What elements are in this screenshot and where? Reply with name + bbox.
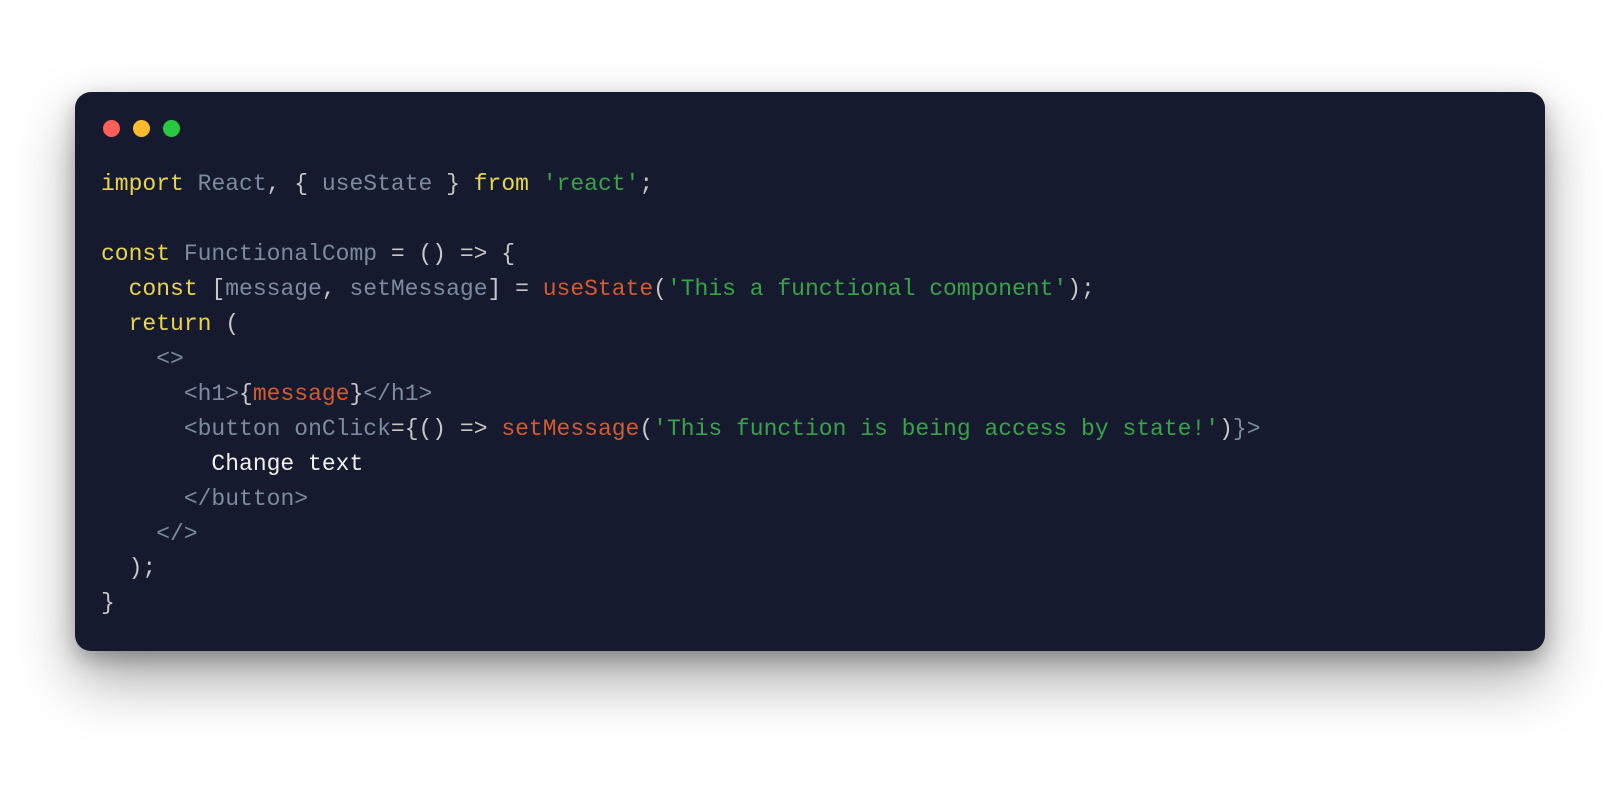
code-line: <> (101, 346, 184, 372)
code-line: <h1>{message}</h1> (101, 381, 432, 407)
call-usestate: useState (543, 276, 653, 302)
close-icon[interactable] (103, 120, 120, 137)
jsx-button-open: <button (184, 416, 281, 442)
canvas: import React, { useState } from 'react';… (0, 0, 1620, 810)
minimize-icon[interactable] (133, 120, 150, 137)
jsx-button-close: </button> (184, 486, 308, 512)
code-line: <button onClick={() => setMessage('This … (101, 416, 1261, 442)
code-line: </> (101, 521, 198, 547)
window-titlebar (101, 116, 1519, 155)
string-new-message: 'This function is being access by state!… (653, 416, 1219, 442)
keyword-from: from (460, 171, 543, 197)
keyword-return: return (129, 311, 212, 337)
code-line: ); (101, 555, 156, 581)
jsx-text-button-label: Change text (211, 451, 363, 477)
jsx-h1-close: </h1> (363, 381, 432, 407)
identifier-usestate: useState (322, 171, 432, 197)
keyword-const: const (101, 241, 170, 267)
identifier-setmessage: setMessage (349, 276, 487, 302)
call-setmessage: setMessage (501, 416, 639, 442)
keyword-const: const (129, 276, 198, 302)
jsx-h1-open: <h1> (184, 381, 239, 407)
code-line: import React, { useState } from 'react'; (101, 171, 653, 197)
code-block: import React, { useState } from 'react';… (101, 155, 1519, 621)
code-line: return ( (101, 311, 239, 337)
code-line: </button> (101, 486, 308, 512)
code-line: const [message, setMessage] = useState('… (101, 276, 1095, 302)
jsx-fragment-open: <> (156, 346, 184, 372)
string-react-module: 'react' (543, 171, 640, 197)
code-line: const FunctionalComp = () => { (101, 241, 515, 267)
jsx-expression-message: message (253, 381, 350, 407)
component-name: FunctionalComp (170, 241, 377, 267)
code-line: Change text (101, 451, 363, 477)
jsx-attr-onclick: onClick (294, 416, 391, 442)
identifier-message: message (225, 276, 322, 302)
code-line: } (101, 590, 115, 616)
zoom-icon[interactable] (163, 120, 180, 137)
identifier-react: React (198, 171, 267, 197)
string-initial-message: 'This a functional component' (667, 276, 1067, 302)
jsx-fragment-close: </> (156, 521, 197, 547)
keyword-import: import (101, 171, 184, 197)
code-window: import React, { useState } from 'react';… (75, 92, 1545, 651)
